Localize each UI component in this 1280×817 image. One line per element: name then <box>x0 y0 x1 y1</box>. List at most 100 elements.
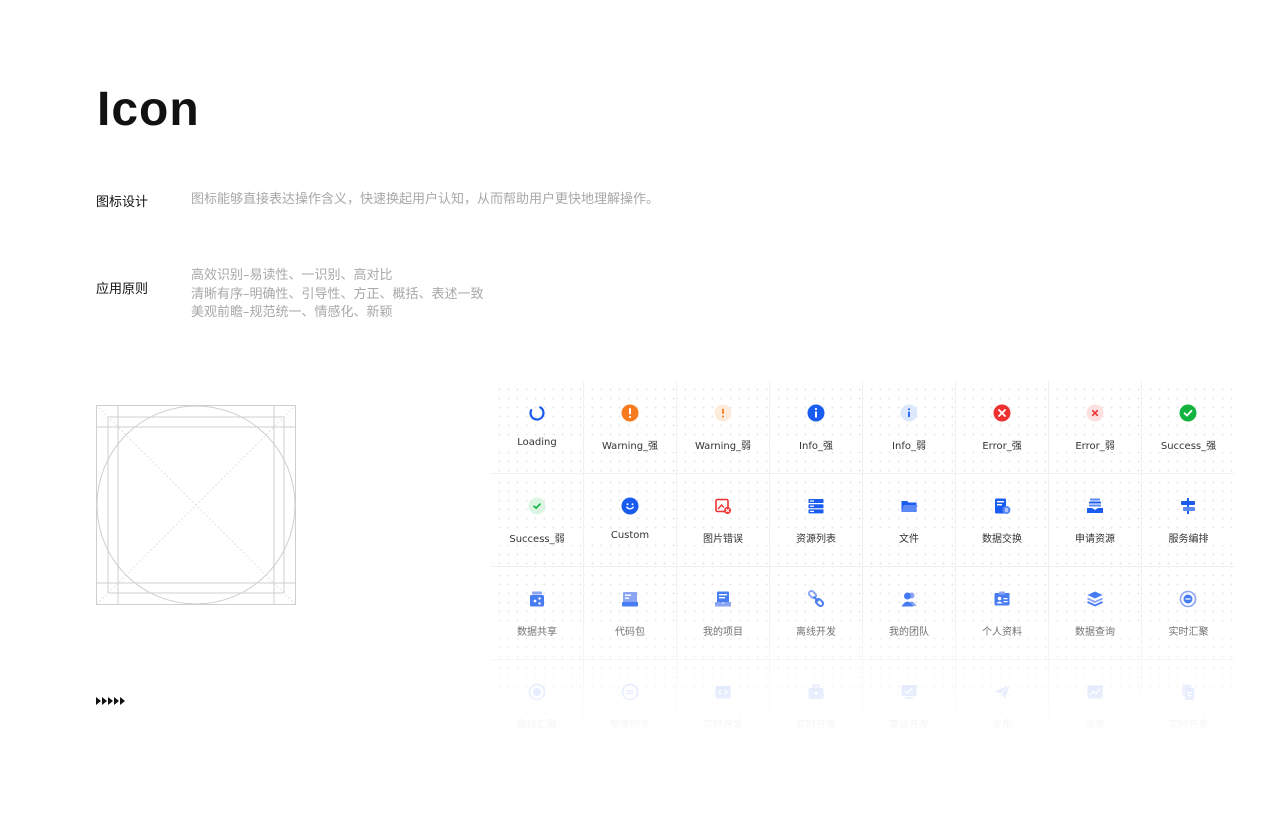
business-chart-icon <box>1087 685 1103 699</box>
icon-cell-service-orchestration[interactable]: 服务编排 <box>1142 474 1235 567</box>
icon-cell-offline-gather[interactable]: 离线汇聚 <box>491 660 584 731</box>
icon-label: 实时开发 <box>677 716 769 731</box>
icon-label: 服务编排 <box>1142 530 1235 545</box>
icon-label: Warning_强 <box>584 437 676 452</box>
error-weak-icon <box>1086 404 1104 422</box>
triangle-icon <box>108 697 113 705</box>
icon-cell-my-project[interactable]: 我的项目 <box>677 567 770 660</box>
icon-cell-folder[interactable]: 文件 <box>863 474 956 567</box>
icon-cell-realtime-dev[interactable]: 实时开发 <box>677 660 770 731</box>
icon-cell-realtime-dev-toolbox[interactable]: 实时开发 <box>770 660 863 731</box>
triangle-icon <box>114 697 119 705</box>
icon-cell-data-exchange[interactable]: 数据交换 <box>956 474 1049 567</box>
icon-label: 文件 <box>863 530 955 545</box>
icon-cell-code-package[interactable]: 代码包 <box>584 567 677 660</box>
section-text-principles: 高效识别–易读性、一识别、高对比 清晰有序–明确性、引导性、方正、概括、表述一致… <box>191 267 484 323</box>
icon-library-panel: Loading Warning_强 Warning_弱 Info_强 Info_… <box>491 381 1235 731</box>
custom-smile-icon <box>621 497 639 515</box>
icon-label: 申请资源 <box>1049 530 1141 545</box>
offline-dev-icon <box>807 590 825 608</box>
icon-label: 我的项目 <box>677 623 769 638</box>
section-text-icon-design: 图标能够直接表达操作含义，快速换起用户认知，从而帮助用户更快地理解操作。 <box>191 191 659 210</box>
section-label-principles: 应用原则 <box>96 282 149 297</box>
triangle-icon <box>120 697 125 705</box>
icon-cell-profile[interactable]: 个人资料 <box>956 567 1049 660</box>
image-error-icon <box>715 498 731 514</box>
icon-keyline-grid <box>96 405 296 605</box>
icon-cell-loading[interactable]: Loading <box>491 381 584 474</box>
my-project-icon <box>715 591 731 607</box>
icon-cell-db-sync[interactable]: 整库同步 <box>584 660 677 731</box>
warning-strong-icon <box>621 404 639 422</box>
data-exchange-icon <box>995 498 1011 514</box>
icon-label: Error_强 <box>956 437 1048 452</box>
icon-cell-apply-resource[interactable]: 申请资源 <box>1049 474 1142 567</box>
icon-cell-offline-dev[interactable]: 离线开发 <box>770 567 863 660</box>
icon-cell-algorithm-dev[interactable]: 算法开发 <box>863 660 956 731</box>
publish-icon <box>994 684 1010 699</box>
icon-cell-success-weak[interactable]: Success_弱 <box>491 474 584 567</box>
icon-cell-data-share[interactable]: 数据共享 <box>491 567 584 660</box>
icon-cell-info-weak[interactable]: Info_弱 <box>863 381 956 474</box>
icon-label: Custom <box>584 530 676 541</box>
icon-cell-warning-strong[interactable]: Warning_强 <box>584 381 677 474</box>
icon-label: 算法开发 <box>863 716 955 731</box>
resource-list-icon <box>808 499 824 514</box>
icon-cell-resource-list[interactable]: 资源列表 <box>770 474 863 567</box>
icon-label: 实时汇聚 <box>1142 623 1235 638</box>
icon-cell-error-weak[interactable]: Error_弱 <box>1049 381 1142 474</box>
icon-cell-custom[interactable]: Custom <box>584 474 677 567</box>
realtime-gather-icon <box>1179 590 1197 608</box>
icon-cell-warning-weak[interactable]: Warning_弱 <box>677 381 770 474</box>
section-line: 图标能够直接表达操作含义，快速换起用户认知，从而帮助用户更快地理解操作。 <box>191 192 660 207</box>
icon-label: 数据查询 <box>1049 623 1141 638</box>
icon-cell-my-team[interactable]: 我的团队 <box>863 567 956 660</box>
realtime-dev-icon <box>715 686 731 699</box>
icon-cell-business[interactable]: 业务 <box>1049 660 1142 731</box>
icon-cell-publish[interactable]: 发布 <box>956 660 1049 731</box>
icon-label: 离线汇聚 <box>491 716 583 731</box>
icon-label: Success_弱 <box>491 530 583 545</box>
success-strong-icon <box>1179 404 1197 422</box>
icon-label: Warning_弱 <box>677 437 769 452</box>
icon-label: Success_强 <box>1142 437 1235 452</box>
folder-icon <box>901 501 918 512</box>
icon-cell-success-strong[interactable]: Success_强 <box>1142 381 1235 474</box>
icon-label: 整库同步 <box>584 716 676 731</box>
error-strong-icon <box>993 404 1011 422</box>
success-weak-icon <box>528 497 546 515</box>
icon-label: 数据共享 <box>491 623 583 638</box>
section-label-icon-design: 图标设计 <box>96 195 149 210</box>
icon-cell-realtime-dev-doc[interactable]: 实时开发 <box>1142 660 1235 731</box>
triangle-icon <box>102 697 107 705</box>
db-sync-icon <box>621 683 639 701</box>
my-team-icon <box>901 592 917 607</box>
icon-cell-realtime-gather[interactable]: 实时汇聚 <box>1142 567 1235 660</box>
icon-grid: Loading Warning_强 Warning_弱 Info_强 Info_… <box>491 381 1235 731</box>
icon-label: Loading <box>491 437 583 448</box>
realtime-dev-toolbox-icon <box>808 684 824 699</box>
icon-cell-data-query[interactable]: 数据查询 <box>1049 567 1142 660</box>
section-line: 清晰有序–明确性、引导性、方正、概括、表述一致 <box>191 286 484 302</box>
profile-icon <box>994 591 1010 606</box>
triangle-icon <box>96 697 101 705</box>
icon-label: 实时开发 <box>770 716 862 731</box>
warning-weak-icon <box>714 404 732 422</box>
icon-label: 我的团队 <box>863 623 955 638</box>
icon-cell-image-error[interactable]: 图片错误 <box>677 474 770 567</box>
icon-label: 发布 <box>956 716 1048 731</box>
icon-label: 图片错误 <box>677 530 769 545</box>
icon-label: 代码包 <box>584 623 676 638</box>
icon-label: Info_强 <box>770 437 862 452</box>
icon-cell-error-strong[interactable]: Error_强 <box>956 381 1049 474</box>
data-query-icon <box>1087 591 1103 607</box>
icon-label: Info_弱 <box>863 437 955 452</box>
code-package-icon <box>622 592 638 607</box>
info-weak-icon <box>900 404 918 422</box>
loading-icon <box>529 405 545 421</box>
icon-cell-info-strong[interactable]: Info_强 <box>770 381 863 474</box>
section-line: 美观前瞻–规范统一、情感化、新颖 <box>191 305 393 320</box>
realtime-dev-doc-icon <box>1182 684 1194 700</box>
icon-label: 个人资料 <box>956 623 1048 638</box>
icon-label: Error_弱 <box>1049 437 1141 452</box>
